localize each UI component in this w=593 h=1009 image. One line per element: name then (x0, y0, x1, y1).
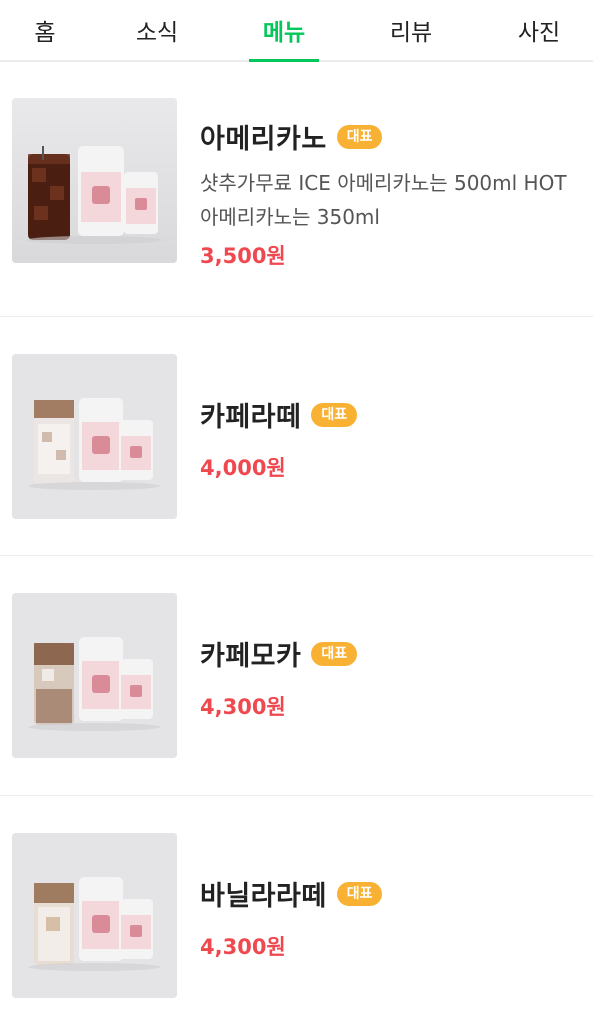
menu-photo-cafe-latte (12, 354, 177, 519)
menu-info: 바닐라라떼 대표 4,300원 (200, 874, 585, 961)
tab-photo[interactable]: 사진 (503, 0, 575, 60)
menu-photo-vanilla-latte (12, 833, 177, 998)
tab-bar: 홈 소식 메뉴 리뷰 사진 (0, 0, 593, 62)
menu-name: 바닐라라떼 (200, 881, 327, 912)
menu-photo-americano (12, 98, 177, 263)
tab-label: 소식 (135, 20, 179, 46)
menu-photo-cafe-mocha (12, 593, 177, 758)
menu-name: 카페모카 (200, 641, 302, 672)
menu-item-cafe-latte[interactable]: 카페라떼 대표 4,000원 (0, 317, 593, 556)
signature-badge: 대표 (336, 881, 383, 906)
menu-price: 4,300원 (200, 695, 286, 719)
menu-info: 카페라떼 대표 4,000원 (200, 395, 585, 482)
menu-info: 아메리카노 대표 샷추가무료 ICE 아메리카노는 500ml HOT 아메리카… (200, 117, 585, 270)
tab-review[interactable]: 리뷰 (375, 0, 447, 60)
menu-item-cafe-mocha[interactable]: 카페모카 대표 4,300원 (0, 556, 593, 796)
menu-name-row: 카페모카 대표 (200, 634, 585, 673)
tab-news[interactable]: 소식 (121, 0, 193, 60)
signature-badge: 대표 (311, 641, 358, 666)
menu-name-row: 카페라떼 대표 (200, 395, 585, 434)
tab-label: 사진 (517, 20, 561, 46)
menu-price: 4,000원 (200, 456, 286, 480)
menu-name: 아메리카노 (200, 124, 327, 155)
menu-price: 4,300원 (200, 935, 286, 959)
menu-name-row: 바닐라라떼 대표 (200, 874, 585, 913)
tab-label: 리뷰 (389, 20, 433, 46)
menu-name-row: 아메리카노 대표 (200, 117, 585, 156)
menu-price: 3,500원 (200, 244, 286, 268)
menu-description: 샷추가무료 ICE 아메리카노는 500ml HOT 아메리카노는 350ml (200, 171, 567, 229)
tab-menu[interactable]: 메뉴 (249, 0, 319, 62)
menu-item-americano[interactable]: 아메리카노 대표 샷추가무료 ICE 아메리카노는 500ml HOT 아메리카… (0, 62, 593, 317)
menu-item-vanilla-latte[interactable]: 바닐라라떼 대표 4,300원 (0, 796, 593, 1009)
menu-name: 카페라떼 (200, 402, 302, 433)
menu-info: 카페모카 대표 4,300원 (200, 634, 585, 721)
tab-label: 홈 (34, 20, 56, 46)
tab-home[interactable]: 홈 (10, 0, 80, 60)
tab-label: 메뉴 (262, 20, 306, 46)
signature-badge: 대표 (336, 124, 383, 149)
signature-badge: 대표 (311, 402, 358, 427)
